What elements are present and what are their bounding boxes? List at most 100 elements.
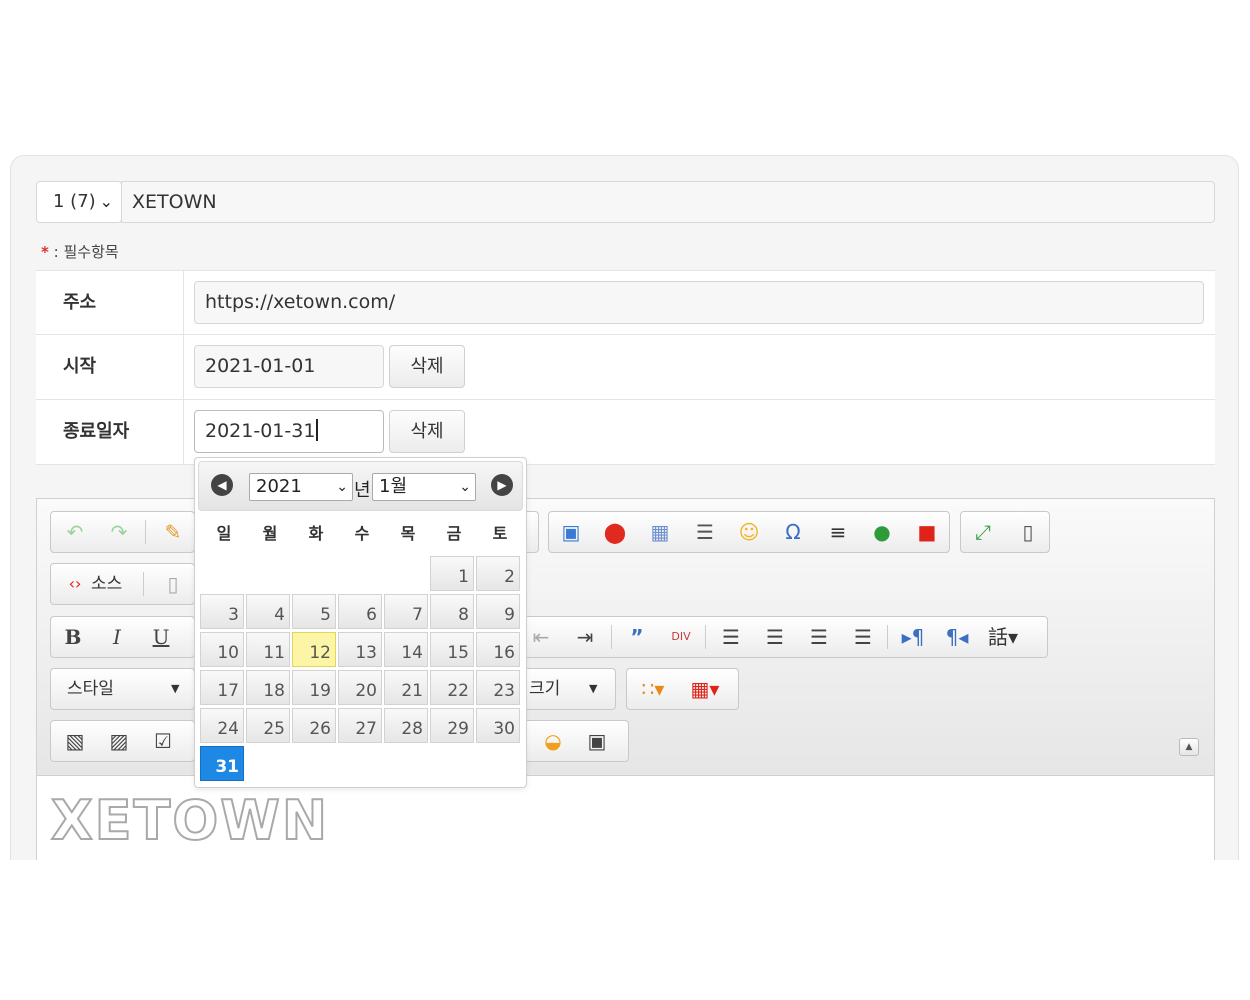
end-date-delete-button[interactable]: 삭제: [389, 410, 465, 453]
show-blocks-icon[interactable]: ▯: [1006, 512, 1050, 552]
maximize-icon[interactable]: ⤢: [961, 512, 1005, 552]
day-cell[interactable]: 22: [430, 670, 474, 705]
rtl-icon[interactable]: ¶◂: [935, 617, 979, 657]
day-cell[interactable]: 25: [246, 708, 290, 743]
day-cell[interactable]: 2: [476, 556, 520, 591]
year-select[interactable]: 2021 ⌄: [249, 473, 353, 501]
end-date-value: 2021-01-31: [205, 420, 316, 442]
title-input[interactable]: XETOWN: [121, 181, 1215, 223]
day-cell[interactable]: 11: [246, 632, 290, 667]
page-break-icon[interactable]: ≡: [816, 512, 860, 552]
editor-content[interactable]: XETOWN: [50, 788, 329, 853]
weekday-label: 목: [400, 524, 416, 543]
day-cell[interactable]: 21: [384, 670, 428, 705]
emoticon-icon[interactable]: ◒: [531, 721, 575, 761]
next-month-icon[interactable]: ▶: [491, 474, 513, 496]
language-icon[interactable]: 話▾: [981, 617, 1025, 657]
table-icon[interactable]: ▦: [638, 512, 682, 552]
iframe-icon[interactable]: ●: [860, 512, 904, 552]
checkbox-icon[interactable]: ☑: [141, 721, 185, 761]
horizontal-line-icon[interactable]: ☰: [683, 512, 727, 552]
day-cell[interactable]: 1: [430, 556, 474, 591]
toolbar-separator: [143, 572, 144, 596]
toolbar-group-colors: ∷▾ ▦▾: [626, 668, 739, 710]
day-cell[interactable]: 7: [384, 594, 428, 629]
day-cell[interactable]: 19: [292, 670, 336, 705]
day-cell[interactable]: 26: [292, 708, 336, 743]
year-suffix: 년: [354, 480, 371, 501]
text-color-icon[interactable]: ∷▾: [631, 669, 675, 709]
indent-icon[interactable]: ⇥: [563, 617, 607, 657]
italic-button[interactable]: I: [95, 617, 139, 657]
table-grid-icon[interactable]: ▦▾: [683, 669, 727, 709]
add-widget-icon[interactable]: ▣: [575, 721, 619, 761]
align-left-icon[interactable]: ☰: [709, 617, 753, 657]
toolbar-separator: [705, 625, 706, 649]
day-cell[interactable]: 4: [246, 594, 290, 629]
end-date-field[interactable]: 2021-01-31: [194, 410, 384, 453]
day-cell[interactable]: 8: [430, 594, 474, 629]
day-cell[interactable]: 12: [292, 632, 336, 667]
image-icon[interactable]: ▣: [549, 512, 593, 552]
url-field[interactable]: https://xetown.com/: [194, 281, 1204, 324]
new-page-icon[interactable]: ▯: [151, 564, 195, 604]
redo-icon[interactable]: ↷: [97, 512, 141, 552]
day-cell[interactable]: 16: [476, 632, 520, 667]
align-center-icon[interactable]: ☰: [753, 617, 797, 657]
weekday-header: 일월화수목금토: [201, 520, 521, 544]
end-date-row: 종료일자 2021-01-31 삭제: [36, 400, 1215, 465]
smiley-icon[interactable]: ☺: [727, 512, 771, 552]
start-date-delete-button[interactable]: 삭제: [389, 345, 465, 388]
prev-month-icon[interactable]: ◀: [211, 474, 233, 496]
style-combo-label: 스타일: [67, 679, 114, 699]
day-cell[interactable]: 13: [338, 632, 382, 667]
bold-button[interactable]: B: [51, 617, 95, 657]
special-char-icon[interactable]: Ω: [771, 512, 815, 552]
underline-button[interactable]: U: [139, 617, 183, 657]
align-right-icon[interactable]: ☰: [797, 617, 841, 657]
flash-icon[interactable]: ⬤: [593, 512, 637, 552]
month-select[interactable]: 1월 ⌄: [372, 473, 476, 501]
undo-icon[interactable]: ↶: [53, 512, 97, 552]
day-cell[interactable]: 9: [476, 594, 520, 629]
url-label: 주소: [36, 271, 184, 335]
day-cell[interactable]: 15: [430, 632, 474, 667]
blockquote-icon[interactable]: ”: [615, 617, 659, 657]
align-justify-icon[interactable]: ☰: [841, 617, 885, 657]
day-cell[interactable]: 17: [200, 670, 244, 705]
toolbar-group-insert: ▣ ⬤ ▦ ☰ ☺ Ω ≡ ● ■: [548, 511, 950, 553]
day-cell[interactable]: 28: [384, 708, 428, 743]
end-date-label: 종료일자: [36, 400, 184, 464]
style-combo[interactable]: 스타일 ▼: [50, 668, 195, 710]
url-row: 주소 https://xetown.com/: [36, 270, 1215, 335]
day-cell[interactable]: 24: [200, 708, 244, 743]
day-cell[interactable]: 18: [246, 670, 290, 705]
day-cell[interactable]: 31: [200, 746, 244, 781]
datepicker-popup: ◀ 2021 ⌄ 년 1월 ⌄ ▶ 일월화수목금토 1 2 3 4 5 6 7 8 9 10 11 1…: [194, 457, 527, 788]
toolbar-separator: [145, 520, 146, 544]
ltr-icon[interactable]: ▸¶: [891, 617, 935, 657]
template-icon[interactable]: ✎: [151, 512, 195, 552]
day-cell[interactable]: 6: [338, 594, 382, 629]
youtube-icon[interactable]: ■: [905, 512, 949, 552]
start-date-label: 시작: [36, 335, 184, 399]
image-frame-icon[interactable]: ▧: [53, 721, 97, 761]
collapse-toolbar-button[interactable]: ▲: [1179, 738, 1199, 756]
day-cell[interactable]: 3: [200, 594, 244, 629]
weekday-label: 금: [446, 524, 462, 543]
day-cell[interactable]: 27: [338, 708, 382, 743]
div-container-icon[interactable]: DIV: [659, 617, 703, 657]
image-gallery-icon[interactable]: ▨: [97, 721, 141, 761]
day-cell[interactable]: 5: [292, 594, 336, 629]
day-cell[interactable]: 14: [384, 632, 428, 667]
category-select[interactable]: 1 (7) ⌄: [36, 181, 122, 223]
size-combo[interactable]: 크기 ▼: [519, 668, 616, 710]
day-cell[interactable]: 30: [476, 708, 520, 743]
start-date-field[interactable]: 2021-01-01: [194, 345, 384, 388]
source-label[interactable]: 소스: [91, 564, 122, 604]
day-cell[interactable]: 29: [430, 708, 474, 743]
datepicker-header: ◀ 2021 ⌄ 년 1월 ⌄ ▶: [198, 461, 523, 511]
day-cell[interactable]: 23: [476, 670, 520, 705]
day-cell[interactable]: 20: [338, 670, 382, 705]
day-cell[interactable]: 10: [200, 632, 244, 667]
